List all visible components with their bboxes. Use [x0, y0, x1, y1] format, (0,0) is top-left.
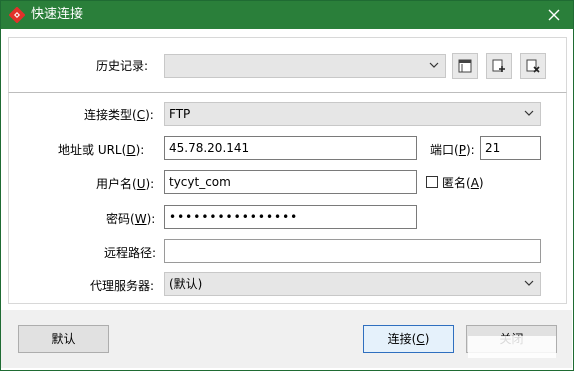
add-icon [492, 59, 505, 72]
history-delete-button[interactable] [520, 53, 546, 79]
password-input[interactable]: •••••••••••••••• [164, 205, 417, 229]
address-label: 地址或 URL(D): [58, 143, 145, 157]
watermark-overlay [468, 336, 556, 358]
proxy-label: 代理服务器: [90, 279, 155, 293]
proxy-value: (默认) [169, 277, 203, 291]
anonymous-label[interactable]: 匿名(A) [442, 175, 484, 191]
delete-icon [526, 59, 540, 73]
anonymous-checkbox[interactable] [426, 176, 438, 188]
port-label: 端口(P): [430, 143, 475, 157]
default-button[interactable]: 默认 [18, 325, 109, 353]
app-icon [9, 7, 25, 23]
address-input[interactable]: 45.78.20.141 [164, 136, 417, 160]
window-icon [458, 59, 472, 73]
chevron-down-icon [524, 110, 534, 116]
password-label: 密码(W): [106, 212, 156, 226]
close-button[interactable] [541, 3, 567, 27]
history-dropdown[interactable] [164, 54, 446, 78]
close-icon [548, 9, 560, 21]
proxy-dropdown[interactable]: (默认) [164, 272, 541, 296]
connection-type-dropdown[interactable]: FTP [164, 102, 541, 126]
remote-path-input[interactable] [164, 239, 541, 263]
connection-type-value: FTP [169, 107, 191, 121]
history-label: 历史记录: [96, 59, 149, 73]
remote-path-label: 远程路径: [104, 246, 157, 260]
title-bar[interactable]: 快速连接 [1, 1, 573, 29]
window-title: 快速连接 [31, 7, 84, 22]
port-input[interactable]: 21 [480, 136, 541, 160]
history-view-button[interactable] [452, 53, 478, 79]
username-label: 用户名(U): [96, 177, 155, 191]
connection-type-label: 连接类型(C): [84, 108, 154, 122]
connect-button[interactable]: 连接(C) [363, 325, 454, 353]
username-input[interactable]: tycyt_com [164, 170, 417, 194]
chevron-down-icon [524, 280, 534, 286]
chevron-down-icon [429, 62, 439, 68]
history-add-button[interactable] [486, 53, 512, 79]
